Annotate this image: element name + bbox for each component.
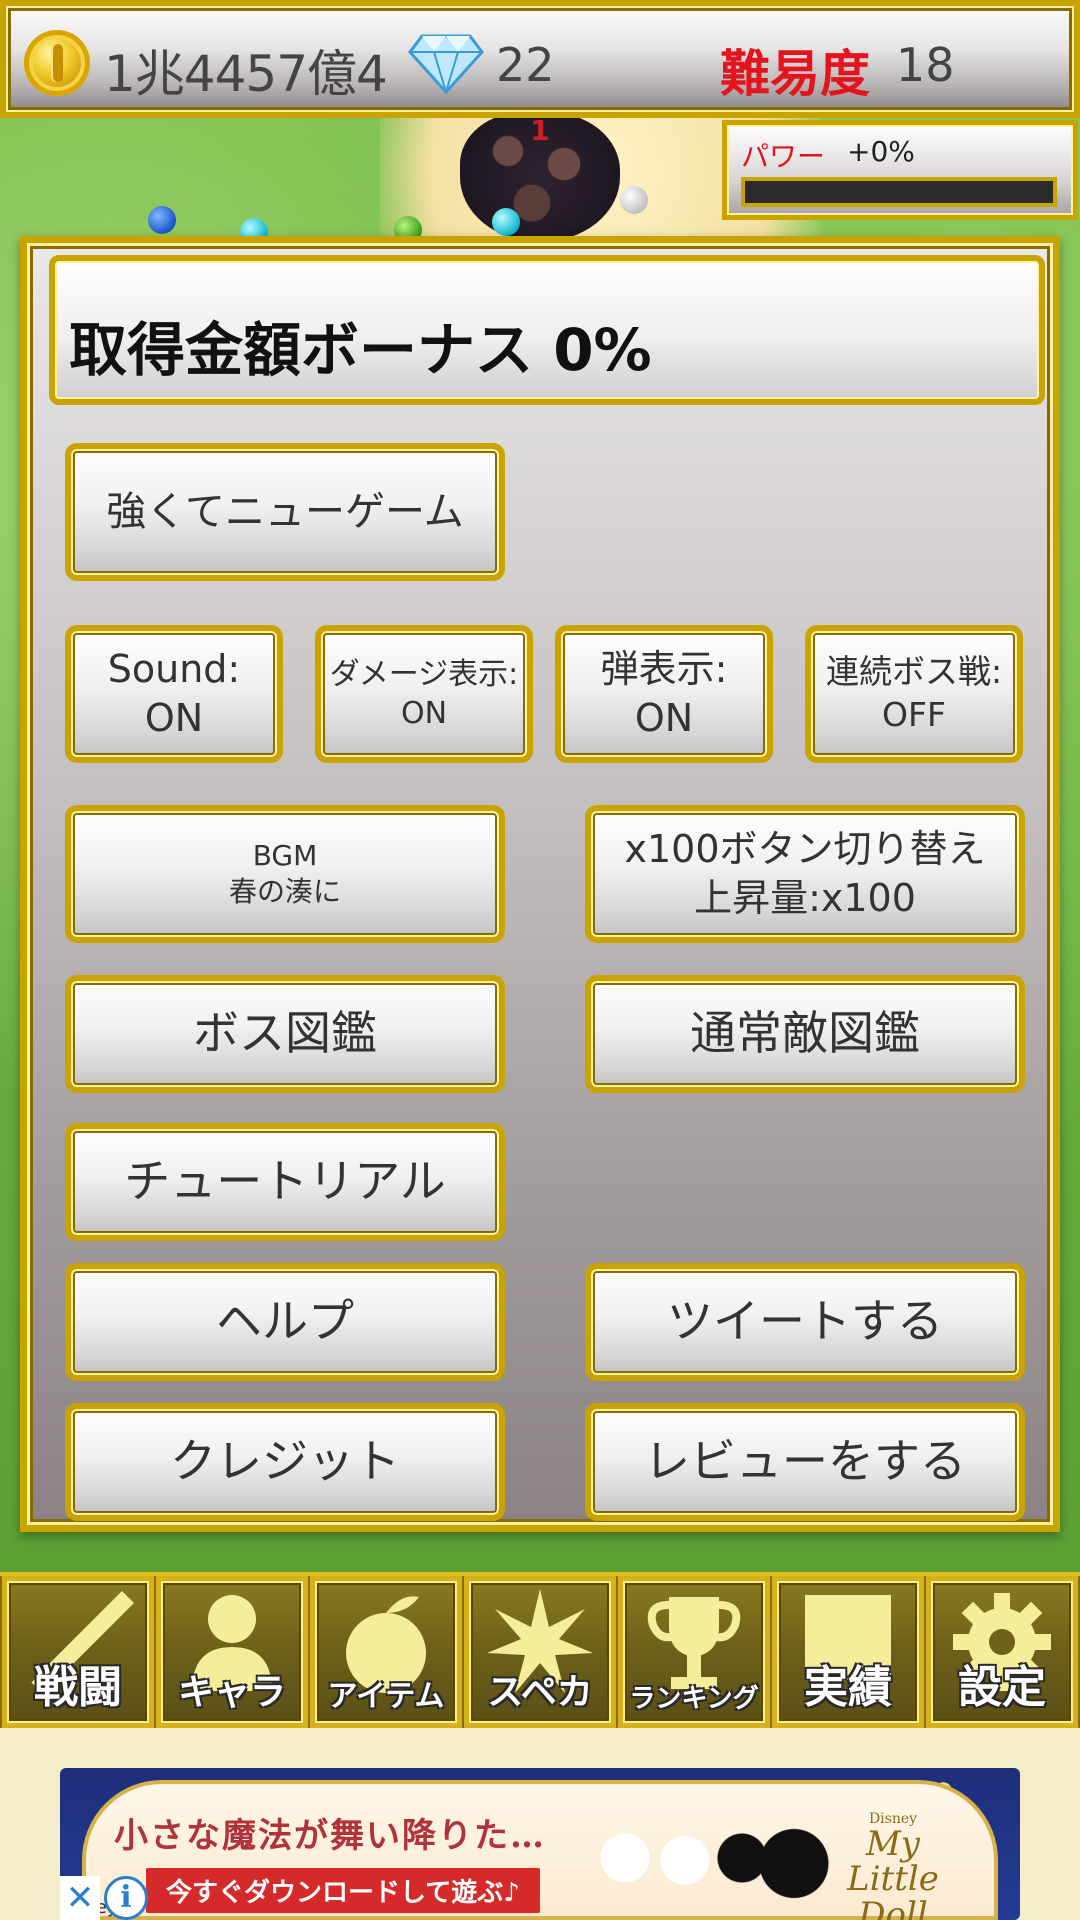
diamond-icon [408,34,484,94]
new-game-plus-label: 強くてニューゲーム [106,489,464,535]
review-button[interactable]: レビューをする [585,1403,1025,1521]
sound-toggle-label: Sound: [107,646,241,691]
damage-display-toggle-label: ダメージ表示: [329,657,519,692]
bgm-track-name: 春の湊に [228,875,341,908]
tutorial-label: チュートリアル [124,1154,446,1209]
nav-tab-settings[interactable]: 設定 [926,1576,1078,1728]
ad-content: 小さな魔法が舞い降りた… 今すぐダウンロードして遊ぶ♪ Disney My Li… [82,1780,998,1920]
power-value: +0% [847,135,915,168]
difficulty-label: 難易度 [720,45,870,103]
nav-label-settings: 設定 [958,1662,1046,1713]
sound-toggle-value: ON [144,696,204,740]
ad-headline: 小さな魔法が舞い降りた… [114,1816,546,1856]
ad-cta: 今すぐダウンロードして遊ぶ♪ [146,1868,540,1913]
boss-encyclopedia-button[interactable]: ボス図鑑 [65,975,505,1093]
bgm-label: BGM [252,838,318,872]
boss-encyclopedia-label: ボス図鑑 [193,1006,377,1061]
money-amount: 1兆4457億4 [104,45,388,103]
nav-tab-battle[interactable]: 戦闘 [2,1576,154,1728]
gem-count: 22 [496,38,555,92]
nav-label-character: キャラ [177,1672,286,1713]
ad-brand-logo: Disney My Little Doll [828,1812,958,1920]
ad-banner[interactable]: 小さな魔法が舞い降りた… 今すぐダウンロードして遊ぶ♪ Disney My Li… [60,1768,1020,1920]
credit-label: クレジット [170,1434,400,1489]
tweet-label: ツイートする [667,1294,943,1349]
bullet-display-toggle-value: ON [634,696,694,740]
power-label: パワー [741,140,826,173]
bullet-display-toggle-button[interactable]: 弾表示: ON [555,625,773,763]
coin-icon [24,30,90,96]
difficulty-value: 18 [896,38,955,92]
x100-toggle-value: 上昇量:x100 [694,876,916,920]
x100-toggle-label: x100ボタン切り替え [624,826,986,871]
nav-label-ranking: ランキング [629,1684,759,1714]
bottom-nav: 戦闘 キャラ アイテム スペカ ランキング 実績 設定 [0,1572,1080,1728]
boss-rush-toggle-button[interactable]: 連続ボス戦: OFF [805,625,1023,763]
tweet-button[interactable]: ツイートする [585,1263,1025,1381]
nav-label-spell-card: スペカ [487,1672,593,1713]
help-button[interactable]: ヘルプ [65,1263,505,1381]
nav-label-item: アイテム [327,1679,445,1714]
nav-tab-ranking[interactable]: ランキング [618,1576,770,1728]
credit-button[interactable]: クレジット [65,1403,505,1521]
bullet-ball [620,186,648,214]
new-game-plus-button[interactable]: 強くてニューゲーム [65,443,505,581]
bgm-button[interactable]: BGM 春の湊に [65,805,505,943]
damage-display-toggle-value: ON [400,696,448,731]
status-bar: 1兆4457億4 22 難易度 18 [0,0,1080,118]
ad-brand-name: My Little Doll [847,1823,939,1920]
nav-label-battle: 戦闘 [34,1662,122,1713]
ad-character-art [586,1814,846,1920]
nav-tab-item[interactable]: アイテム [310,1576,462,1728]
ad-area: 小さな魔法が舞い降りた… 今すぐダウンロードして遊ぶ♪ Disney My Li… [0,1728,1080,1920]
tutorial-button[interactable]: チュートリアル [65,1123,505,1241]
boss-rush-toggle-label: 連続ボス戦: [825,652,1003,692]
nav-tab-character[interactable]: キャラ [156,1576,308,1728]
close-icon[interactable]: ✕ [60,1876,100,1920]
bonus-text: 取得金額ボーナス 0% [69,316,652,384]
power-panel: パワー +0% [722,120,1078,220]
info-icon[interactable]: i [104,1876,148,1920]
nav-label-achievements: 実績 [804,1662,892,1713]
bullet-display-toggle-label: 弾表示: [600,646,728,691]
boss-damage-text: 1 [530,114,550,147]
enemy-encyclopedia-label: 通常敵図鑑 [690,1006,920,1061]
settings-panel: 取得金額ボーナス 0% 強くてニューゲーム Sound: ON ダメージ表示: … [20,236,1060,1532]
power-gauge [741,177,1057,207]
enemy-encyclopedia-button[interactable]: 通常敵図鑑 [585,975,1025,1093]
bonus-display: 取得金額ボーナス 0% [49,255,1045,405]
review-label: レビューをする [644,1434,966,1489]
nav-tab-spell-card[interactable]: スペカ [464,1576,616,1728]
boss-rush-toggle-value: OFF [882,695,946,734]
damage-display-toggle-button[interactable]: ダメージ表示: ON [315,625,533,763]
x100-toggle-button[interactable]: x100ボタン切り替え 上昇量:x100 [585,805,1025,943]
nav-tab-achievements[interactable]: 実績 [772,1576,924,1728]
sound-toggle-button[interactable]: Sound: ON [65,625,283,763]
bullet-ball [492,208,520,236]
bullet-ball [148,206,176,234]
help-label: ヘルプ [216,1294,354,1349]
